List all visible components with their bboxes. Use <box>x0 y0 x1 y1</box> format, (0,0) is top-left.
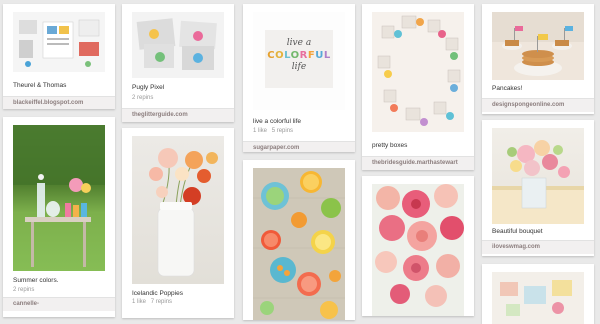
pin-repins-count: 2 repins <box>132 95 154 101</box>
pin-source-link[interactable]: blackeiffel.blogspot.com <box>13 100 83 106</box>
print-card: live a COLORFUL life <box>265 30 333 88</box>
pin-stats: 2 repins <box>13 287 34 293</box>
pin-stats: 1 like 7 repins <box>132 299 172 305</box>
print-colorful-letter: R <box>299 50 308 61</box>
pin-image-bouquet[interactable] <box>492 128 584 224</box>
print-colorful-letter: O <box>275 50 285 61</box>
pin-image-stationery[interactable] <box>13 12 105 72</box>
pin-description: live a colorful life <box>253 118 302 125</box>
pin-image-citrus[interactable] <box>253 168 345 320</box>
pin-source-link[interactable]: theglitterguide.com <box>132 112 188 118</box>
pin-description: Theurel & Thomas <box>13 82 67 89</box>
print-script-text: live a <box>286 38 312 48</box>
pin-source-link[interactable]: designspongeonline.com <box>492 102 564 108</box>
print-colorful-letter: C <box>267 50 276 61</box>
pin-likes-count: 1 like <box>253 128 268 134</box>
pin-card-theurel-thomas[interactable]: Theurel & Thomas blackeiffel.blogspot.co… <box>3 4 115 109</box>
pin-likes-count: 1 like <box>132 299 147 305</box>
pin-description: Beautiful bouquet <box>492 228 543 235</box>
pin-source-bar[interactable]: designspongeonline.com <box>482 98 594 112</box>
pin-source-bar[interactable]: iloveswmag.com <box>482 240 594 254</box>
pin-stats: 2 repins <box>132 95 153 101</box>
pin-image-summer-table[interactable] <box>13 125 105 271</box>
pin-source-link[interactable]: iloveswmag.com <box>492 244 540 250</box>
print-colorful-letter: U <box>315 50 324 61</box>
pin-image-peonies[interactable] <box>372 184 464 316</box>
pin-card-pretty-boxes[interactable]: pretty boxes thebridesguide.marthastewar… <box>362 4 474 170</box>
pin-card-colorful-life[interactable]: live a COLORFUL life live a colorful lif… <box>243 4 355 152</box>
pin-card-icelandic-poppies[interactable]: Icelandic Poppies 1 like 7 repins <box>122 128 234 318</box>
pin-source-bar[interactable]: sugarpaper.com <box>243 141 355 152</box>
pin-image-colorful-life-print[interactable]: live a COLORFUL life <box>253 12 345 110</box>
pin-description: Summer colors. <box>13 277 59 284</box>
pin-source-bar[interactable]: blackeiffel.blogspot.com <box>3 96 115 109</box>
pin-image-pretty-boxes[interactable] <box>372 12 464 132</box>
pin-image-pancakes[interactable] <box>492 12 584 80</box>
pin-repins-count: 2 repins <box>13 287 35 293</box>
pin-card-summer-colors[interactable]: Summer colors. 2 repins cannelle- <box>3 117 115 317</box>
pin-source-link[interactable]: sugarpaper.com <box>253 145 299 151</box>
print-script-text: life <box>291 62 307 72</box>
pin-image-poppies[interactable] <box>132 136 224 284</box>
pin-image-pugly-pixel[interactable] <box>132 12 224 78</box>
pin-description: pretty boxes <box>372 142 408 149</box>
print-colorful-letter: O <box>290 50 300 61</box>
pin-stats: 1 like 5 repins <box>253 128 293 134</box>
print-colorful-letter: L <box>323 50 331 61</box>
pin-card-pancakes[interactable]: Pancakes! designspongeonline.com <box>482 4 594 114</box>
pin-card-pugly-pixel[interactable]: Pugly Pixel 2 repins theglitterguide.com <box>122 4 234 122</box>
pin-description: Pugly Pixel <box>132 84 165 91</box>
pin-source-bar[interactable]: theglitterguide.com <box>122 108 234 122</box>
pin-source-bar[interactable]: thebridesguide.marthastewart <box>362 156 474 170</box>
pin-card-citrus[interactable] <box>243 160 355 320</box>
pin-description: Pancakes! <box>492 85 523 92</box>
pin-card-peonies[interactable] <box>362 176 474 316</box>
pin-description: Icelandic Poppies <box>132 290 183 297</box>
pin-card-beautiful-bouquet[interactable]: Beautiful bouquet iloveswmag.com <box>482 120 594 256</box>
pin-repins-count: 5 repins <box>271 128 294 134</box>
pin-repins-count: 7 repins <box>150 299 173 305</box>
pin-source-link[interactable]: cannelle- <box>13 301 39 307</box>
pin-source-link[interactable]: thebridesguide.marthastewart <box>372 160 458 166</box>
pin-card-crafts[interactable] <box>482 264 594 324</box>
pin-image-crafts[interactable] <box>492 272 584 324</box>
print-colorful-text: COLORFUL <box>265 50 333 61</box>
